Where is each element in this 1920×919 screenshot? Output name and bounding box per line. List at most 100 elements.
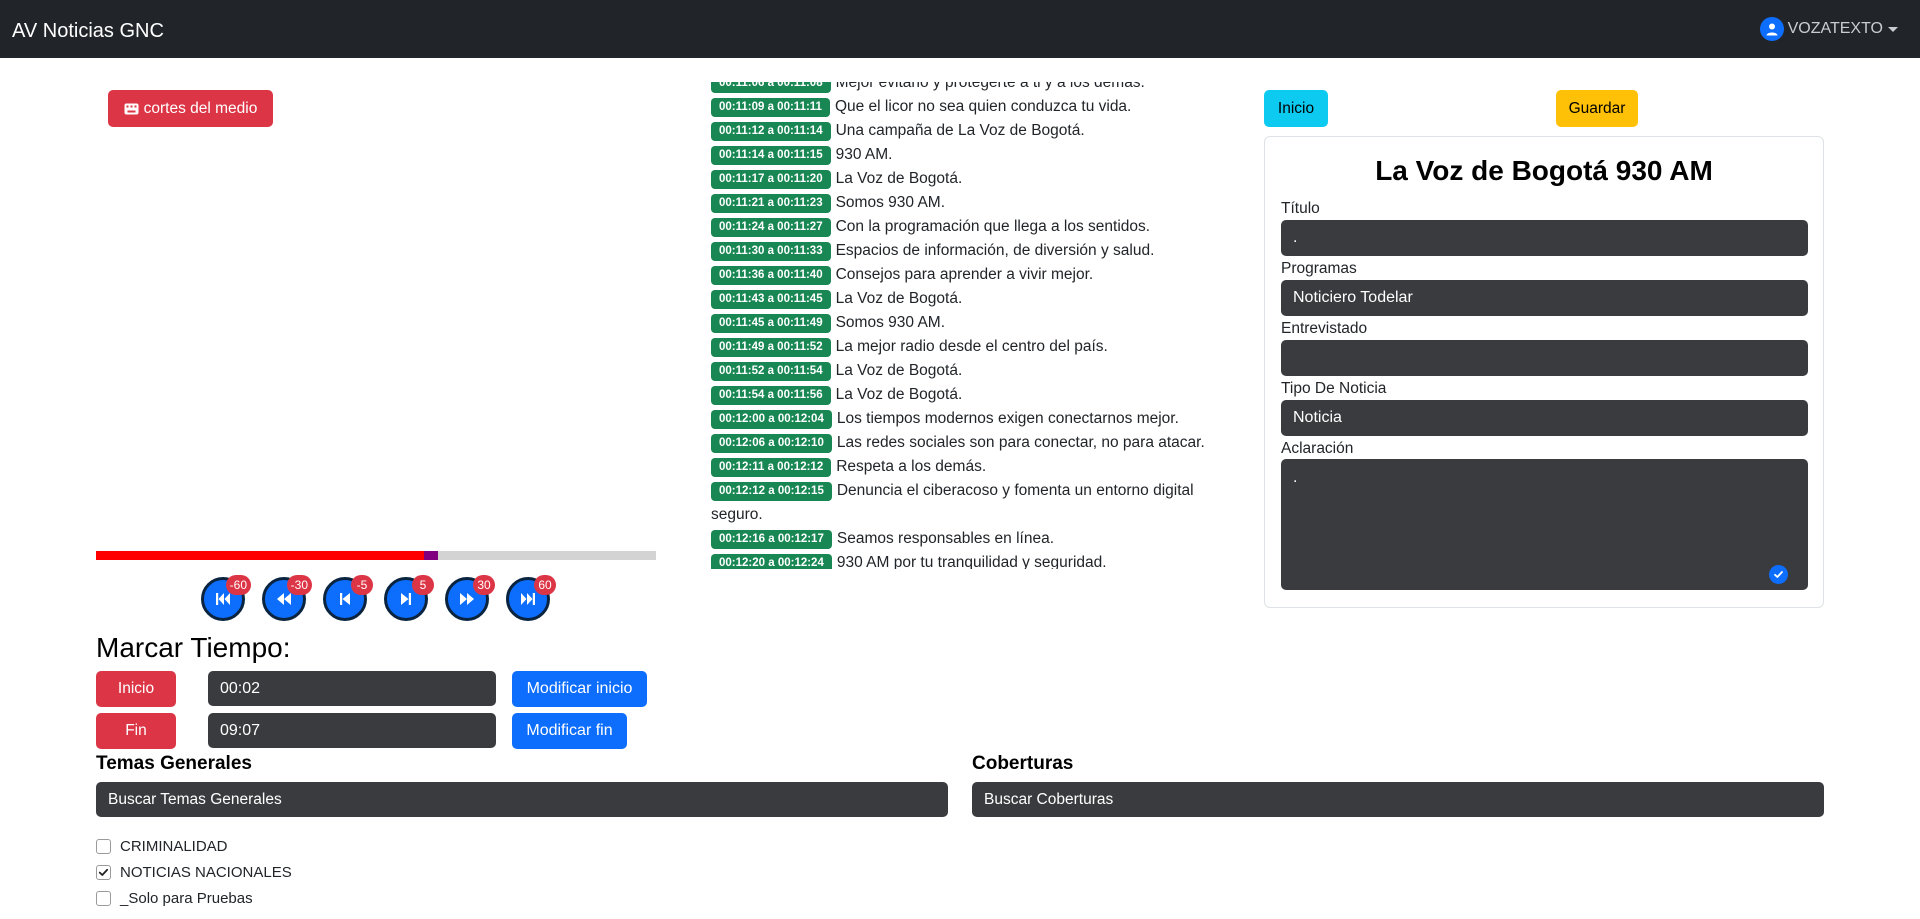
user-name: VOZATEXTO xyxy=(1787,20,1883,37)
fast-forward-icon xyxy=(457,589,477,609)
transcript-line[interactable]: 00:11:14 a 00:11:15 930 AM. xyxy=(711,143,1231,167)
inicio-time-field[interactable]: 00:02 xyxy=(208,671,496,706)
progress-played xyxy=(96,551,427,560)
timestamp-badge[interactable]: 00:12:16 a 00:12:17 xyxy=(711,530,832,549)
tema-checkbox[interactable] xyxy=(96,865,111,880)
transcript-line[interactable]: 00:12:00 a 00:12:04 Los tiempos modernos … xyxy=(711,407,1231,431)
transcript-text: La Voz de Bogotá. xyxy=(835,362,963,379)
timestamp-badge[interactable]: 00:11:45 a 00:11:49 xyxy=(711,314,831,333)
tema-label: _Solo para Pruebas xyxy=(120,890,253,907)
transcript-line[interactable]: 00:12:11 a 00:12:12 Respeta a los demás. xyxy=(711,455,1231,479)
transcript-line[interactable]: 00:11:36 a 00:11:40 Consejos para aprende… xyxy=(711,263,1231,287)
transcript-text: Con la programación que llega a los sent… xyxy=(835,218,1151,235)
seek-badge: -60 xyxy=(225,575,251,595)
transcript-list[interactable]: 00:11:06 a 00:11:08 Mejor evitarlo y prot… xyxy=(711,82,1231,569)
navbar-brand[interactable]: AV Noticias GNC xyxy=(12,19,164,43)
titulo-input[interactable]: . xyxy=(1281,220,1808,256)
seek-badge: -5 xyxy=(351,575,373,595)
transcript-line[interactable]: 00:11:21 a 00:11:23 Somos 930 AM. xyxy=(711,191,1231,215)
forward-5-button[interactable]: 5 xyxy=(384,575,434,621)
timestamp-badge[interactable]: 00:11:54 a 00:11:56 xyxy=(711,386,831,405)
transcript-line[interactable]: 00:11:54 a 00:11:56 La Voz de Bogotá. xyxy=(711,383,1231,407)
timestamp-badge[interactable]: 00:12:11 a 00:12:12 xyxy=(711,458,832,477)
titulo-label: Título xyxy=(1281,200,1320,217)
timestamp-badge[interactable]: 00:11:14 a 00:11:15 xyxy=(711,146,831,165)
timestamp-badge[interactable]: 00:11:09 a 00:11:11 xyxy=(711,98,830,117)
aclaracion-value: . xyxy=(1293,469,1298,486)
guardar-button[interactable]: Guardar xyxy=(1556,90,1638,127)
transcript-line[interactable]: 00:11:49 a 00:11:52 La mejor radio desde … xyxy=(711,335,1231,359)
temas-generales-title: Temas Generales xyxy=(96,753,252,774)
modificar-inicio-button[interactable]: Modificar inicio xyxy=(512,671,647,707)
transcript-text: Una campaña de La Voz de Bogotá. xyxy=(835,122,1085,139)
transcript-text: Que el licor no sea quien conduzca tu vi… xyxy=(834,98,1132,115)
transcript-line[interactable]: 00:11:24 a 00:11:27 Con la programación q… xyxy=(711,215,1231,239)
transcript-line[interactable]: 00:11:12 a 00:11:14 Una campaña de La Voz… xyxy=(711,119,1231,143)
seek-badge: 60 xyxy=(534,575,556,595)
tema-checkbox[interactable] xyxy=(96,839,111,854)
tema-item[interactable]: CRIMINALIDAD xyxy=(96,838,228,855)
aclaracion-textarea[interactable]: . xyxy=(1281,459,1808,590)
transcript-line[interactable]: 00:12:20 a 00:12:24 930 AM por tu tranqui… xyxy=(711,551,1231,569)
navbar: AV Noticias GNC VOZATEXTO xyxy=(0,0,1920,58)
programas-select[interactable]: Noticiero Todelar xyxy=(1281,280,1808,316)
forward-60-button[interactable]: 60 xyxy=(506,575,556,621)
transcript-line[interactable]: 00:12:06 a 00:12:10 Las redes sociales so… xyxy=(711,431,1231,455)
transcript-line[interactable]: 00:11:06 a 00:11:08 Mejor evitarlo y prot… xyxy=(711,82,1231,95)
forward-30-button[interactable]: 30 xyxy=(445,575,495,621)
seek-badge: -30 xyxy=(286,575,312,595)
timestamp-badge[interactable]: 00:11:43 a 00:11:45 xyxy=(711,290,831,309)
cortes-del-medio-button[interactable]: cortes del medio xyxy=(108,90,273,127)
timestamp-badge[interactable]: 00:11:24 a 00:11:27 xyxy=(711,218,831,237)
timestamp-badge[interactable]: 00:12:00 a 00:12:04 xyxy=(711,410,832,429)
rewind-30-button[interactable]: -30 xyxy=(262,575,312,621)
transcript-line[interactable]: 00:11:45 a 00:11:49 Somos 930 AM. xyxy=(711,311,1231,335)
transcript-text: Los tiempos modernos exigen conectarnos … xyxy=(836,410,1179,427)
transcript-line[interactable]: 00:11:09 a 00:11:11 Que el licor no sea q… xyxy=(711,95,1231,119)
aclaracion-label: Aclaración xyxy=(1281,440,1354,457)
inicio-button[interactable]: Inicio xyxy=(1264,90,1328,127)
timestamp-badge[interactable]: 00:11:12 a 00:11:14 xyxy=(711,122,831,141)
tipo-noticia-select[interactable]: Noticia xyxy=(1281,400,1808,436)
transcript-line[interactable]: 00:11:17 a 00:11:20 La Voz de Bogotá. xyxy=(711,167,1231,191)
coberturas-search-input[interactable]: Buscar Coberturas xyxy=(972,782,1824,817)
timestamp-badge[interactable]: 00:11:06 a 00:11:08 xyxy=(711,82,831,93)
marcar-inicio-button[interactable]: Inicio xyxy=(96,671,176,707)
rewind-5-button[interactable]: -5 xyxy=(323,575,373,621)
tema-checkbox[interactable] xyxy=(96,891,111,906)
timestamp-badge[interactable]: 00:11:52 a 00:11:54 xyxy=(711,362,831,381)
transcript-text: Espacios de información, de diversión y … xyxy=(835,242,1155,259)
tema-item[interactable]: _Solo para Pruebas xyxy=(96,890,253,907)
transcript-text: Somos 930 AM. xyxy=(835,194,946,211)
entrevistado-input[interactable] xyxy=(1281,340,1808,376)
marcar-fin-button[interactable]: Fin xyxy=(96,713,176,749)
transcript-line[interactable]: 00:11:43 a 00:11:45 La Voz de Bogotá. xyxy=(711,287,1231,311)
transcript-line[interactable]: 00:11:30 a 00:11:33 Espacios de informaci… xyxy=(711,239,1231,263)
tema-item[interactable]: NOTICIAS NACIONALES xyxy=(96,864,292,881)
transcript-text: La Voz de Bogotá. xyxy=(835,290,963,307)
seek-badge: 30 xyxy=(473,575,495,595)
modificar-fin-button[interactable]: Modificar fin xyxy=(512,713,627,749)
news-form-card: La Voz de Bogotá 930 AM Título . Program… xyxy=(1264,136,1824,608)
transcript-text: Respeta a los demás. xyxy=(836,458,987,475)
user-menu[interactable]: VOZATEXTO xyxy=(1759,17,1898,41)
rewind-60-button[interactable]: -60 xyxy=(201,575,251,621)
transcript-line[interactable]: 00:12:12 a 00:12:15 Denuncia el ciberacos… xyxy=(711,479,1231,527)
temas-search-input[interactable]: Buscar Temas Generales xyxy=(96,782,948,817)
timestamp-badge[interactable]: 00:11:17 a 00:11:20 xyxy=(711,170,831,189)
timestamp-badge[interactable]: 00:12:12 a 00:12:15 xyxy=(711,482,832,501)
transcript-text: Mejor evitarlo y protegerte a ti y a los… xyxy=(835,82,1145,91)
timestamp-badge[interactable]: 00:12:06 a 00:12:10 xyxy=(711,434,832,453)
timestamp-badge[interactable]: 00:11:49 a 00:11:52 xyxy=(711,338,831,357)
timestamp-badge[interactable]: 00:12:20 a 00:12:24 xyxy=(711,554,832,569)
transcript-line[interactable]: 00:11:52 a 00:11:54 La Voz de Bogotá. xyxy=(711,359,1231,383)
timestamp-badge[interactable]: 00:11:21 a 00:11:23 xyxy=(711,194,831,213)
timestamp-badge[interactable]: 00:11:30 a 00:11:33 xyxy=(711,242,831,261)
transcript-line[interactable]: 00:12:16 a 00:12:17 Seamos responsables e… xyxy=(711,527,1231,551)
timestamp-badge[interactable]: 00:11:36 a 00:11:40 xyxy=(711,266,831,285)
fin-time-field[interactable]: 09:07 xyxy=(208,713,496,748)
transcript-text: 930 AM. xyxy=(835,146,893,163)
audio-progress-bar[interactable] xyxy=(96,551,656,560)
transcript-text: Consejos para aprender a vivir mejor. xyxy=(835,266,1094,283)
programas-label: Programas xyxy=(1281,260,1357,277)
